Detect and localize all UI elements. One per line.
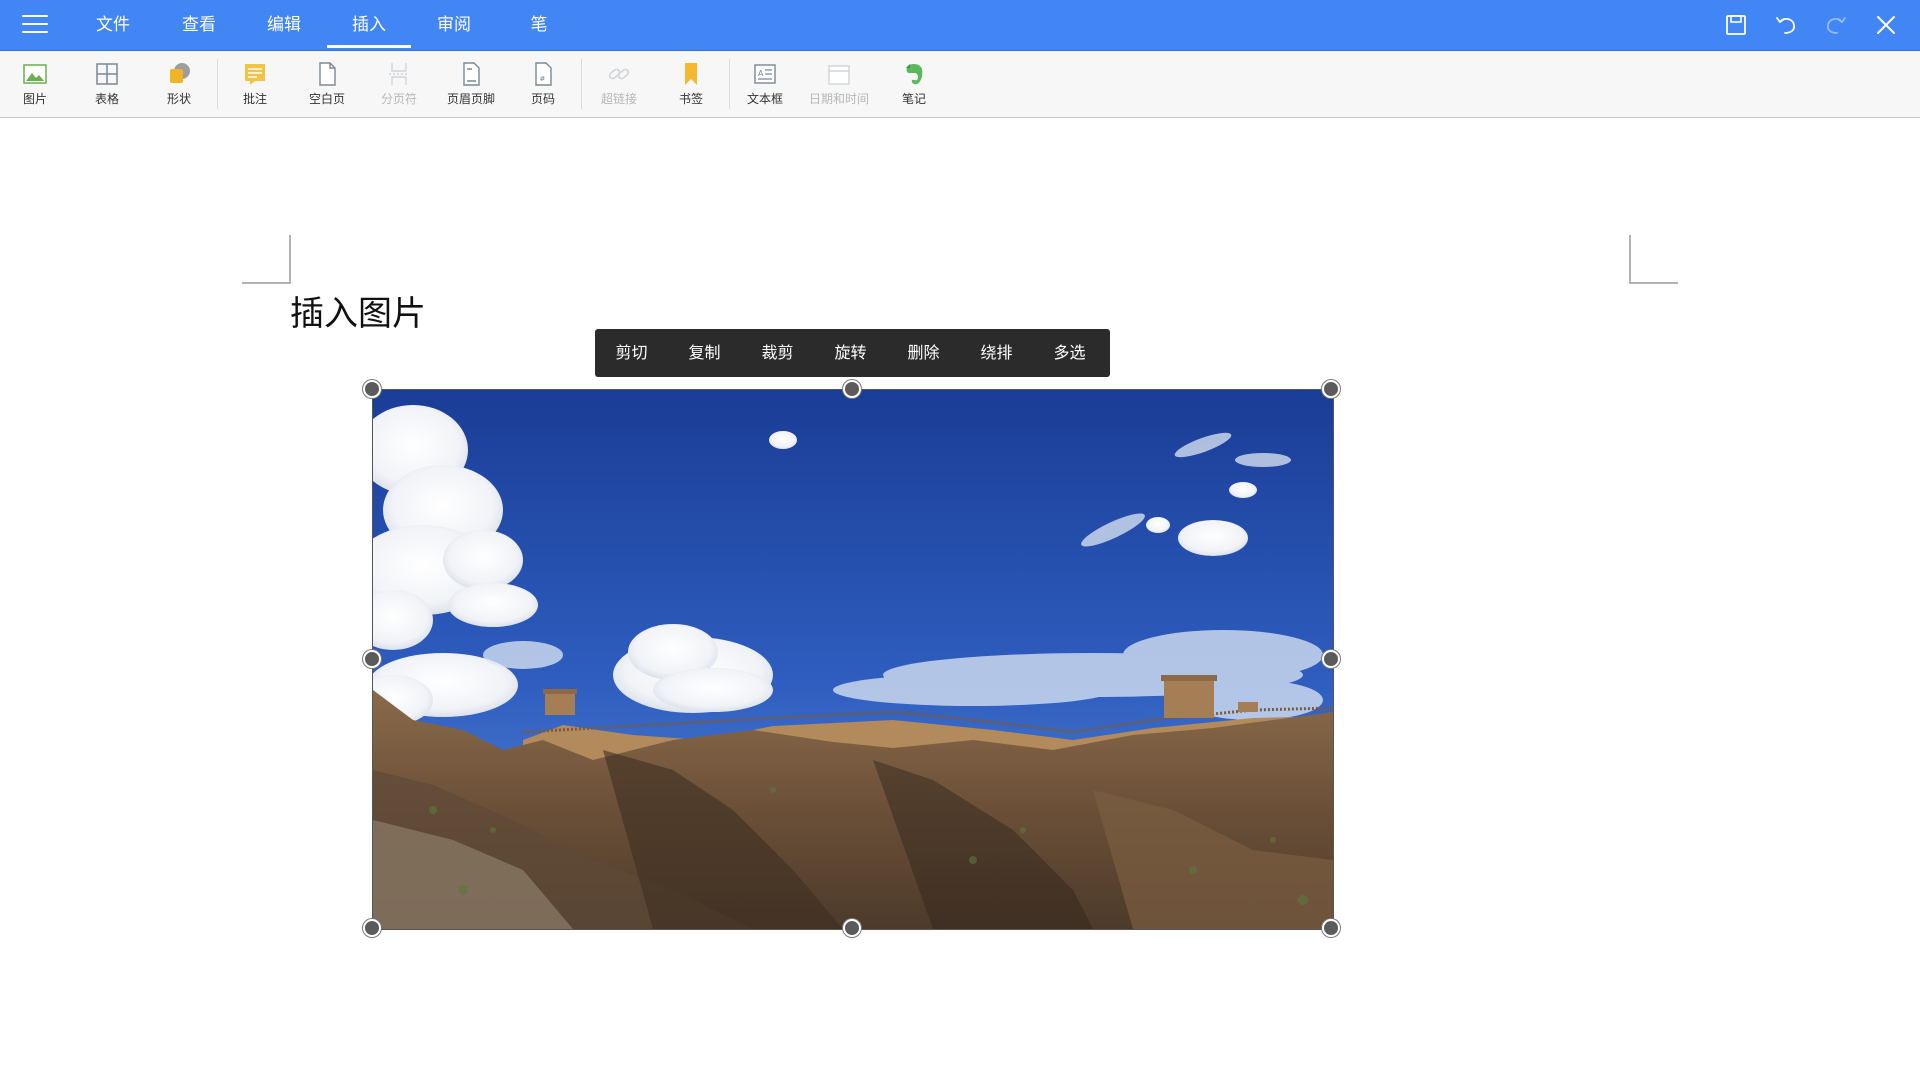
insert-datetime-button[interactable]: 日期和时间 bbox=[804, 61, 874, 113]
insert-page-number-button[interactable]: # 页码 bbox=[508, 61, 578, 113]
resize-handle-left[interactable] bbox=[363, 650, 381, 668]
copy-button[interactable]: 复制 bbox=[668, 329, 741, 377]
shape-icon bbox=[170, 63, 190, 83]
bookmark-icon bbox=[685, 63, 697, 85]
evernote-icon bbox=[906, 64, 923, 85]
resize-handle-bottom[interactable] bbox=[843, 919, 861, 937]
tab-edit[interactable]: 编辑 bbox=[242, 0, 326, 50]
resize-handle-bottom-left[interactable] bbox=[363, 919, 381, 937]
insert-hyperlink-button[interactable]: 超链接 bbox=[584, 61, 654, 113]
close-icon[interactable] bbox=[1871, 10, 1901, 40]
ribbon-label: 页码 bbox=[530, 92, 555, 106]
ribbon-label: 图片 bbox=[22, 92, 47, 106]
ribbon-label: 书签 bbox=[678, 92, 703, 106]
resize-handle-top-left[interactable] bbox=[363, 380, 381, 398]
insert-table-button[interactable]: 表格 bbox=[72, 61, 142, 113]
insert-comment-button[interactable]: 批注 bbox=[220, 61, 290, 113]
ribbon-label: 超链接 bbox=[600, 92, 637, 106]
great-wall-landscape-photo bbox=[373, 390, 1333, 929]
insert-bookmark-button[interactable]: 书签 bbox=[656, 61, 726, 113]
picture-icon bbox=[23, 64, 47, 84]
header-footer-icon bbox=[463, 62, 480, 86]
hyperlink-icon bbox=[608, 68, 630, 80]
resize-handle-right[interactable] bbox=[1322, 650, 1340, 668]
resize-handle-bottom-right[interactable] bbox=[1322, 919, 1340, 937]
ribbon-label: 日期和时间 bbox=[808, 92, 869, 106]
ribbon-label: 文本框 bbox=[746, 92, 783, 106]
cut-button[interactable]: 剪切 bbox=[595, 329, 668, 377]
textbox-icon: A bbox=[754, 64, 776, 84]
ribbon-divider bbox=[217, 59, 218, 109]
insert-picture-button[interactable]: 图片 bbox=[0, 61, 70, 113]
ribbon-label: 形状 bbox=[166, 92, 191, 106]
ribbon-divider bbox=[581, 59, 582, 109]
ribbon-label: 页眉页脚 bbox=[446, 92, 495, 106]
undo-icon[interactable] bbox=[1771, 10, 1801, 40]
insert-textbox-button[interactable]: A 文本框 bbox=[730, 61, 800, 113]
datetime-icon bbox=[828, 65, 850, 85]
image-context-menu: 剪切 复制 裁剪 旋转 删除 绕排 多选 bbox=[595, 329, 1110, 377]
insert-header-footer-button[interactable]: 页眉页脚 bbox=[436, 61, 506, 113]
insert-page-break-button[interactable]: 分页符 bbox=[364, 61, 434, 113]
margin-corner-top-right bbox=[1629, 235, 1678, 284]
svg-text:#: # bbox=[540, 75, 546, 83]
document-heading[interactable]: 插入图片 bbox=[290, 286, 426, 335]
save-icon[interactable] bbox=[1721, 10, 1751, 40]
insert-shape-button[interactable]: 形状 bbox=[144, 61, 214, 113]
page-number-icon: # bbox=[535, 62, 552, 86]
blank-page-icon bbox=[319, 62, 336, 86]
page-break-icon bbox=[389, 63, 409, 85]
delete-button[interactable]: 删除 bbox=[887, 329, 960, 377]
ribbon-label: 笔记 bbox=[901, 92, 926, 106]
ribbon-label: 批注 bbox=[242, 92, 267, 106]
top-menu-bar: 文件 查看 编辑 插入 审阅 笔 bbox=[0, 0, 1920, 50]
insert-note-button[interactable]: 笔记 bbox=[879, 61, 949, 113]
ribbon-label: 表格 bbox=[94, 92, 119, 106]
redo-icon[interactable] bbox=[1821, 10, 1851, 40]
svg-text:A: A bbox=[758, 69, 764, 78]
tab-file[interactable]: 文件 bbox=[71, 0, 155, 50]
ribbon-label: 分页符 bbox=[380, 92, 417, 106]
ribbon-label: 空白页 bbox=[308, 92, 345, 106]
inserted-image[interactable] bbox=[372, 389, 1334, 930]
hamburger-icon[interactable] bbox=[22, 15, 48, 35]
tab-view[interactable]: 查看 bbox=[157, 0, 241, 50]
crop-button[interactable]: 裁剪 bbox=[741, 329, 814, 377]
insert-blank-page-button[interactable]: 空白页 bbox=[292, 61, 362, 113]
tab-review[interactable]: 审阅 bbox=[412, 0, 496, 50]
tab-pen[interactable]: 笔 bbox=[497, 0, 581, 50]
rotate-button[interactable]: 旋转 bbox=[814, 329, 887, 377]
margin-corner-top-left bbox=[242, 235, 291, 284]
wrap-button[interactable]: 绕排 bbox=[960, 329, 1033, 377]
resize-handle-top[interactable] bbox=[843, 380, 861, 398]
resize-handle-top-right[interactable] bbox=[1322, 380, 1340, 398]
multi-select-button[interactable]: 多选 bbox=[1033, 329, 1106, 377]
insert-ribbon: 图片 表格 形状 批注 空白页 分页符 页眉页脚 # 页码 超链接 书签 A 文… bbox=[0, 50, 1920, 118]
tab-insert[interactable]: 插入 bbox=[327, 0, 411, 50]
comment-icon bbox=[245, 64, 265, 85]
table-icon bbox=[96, 63, 118, 85]
